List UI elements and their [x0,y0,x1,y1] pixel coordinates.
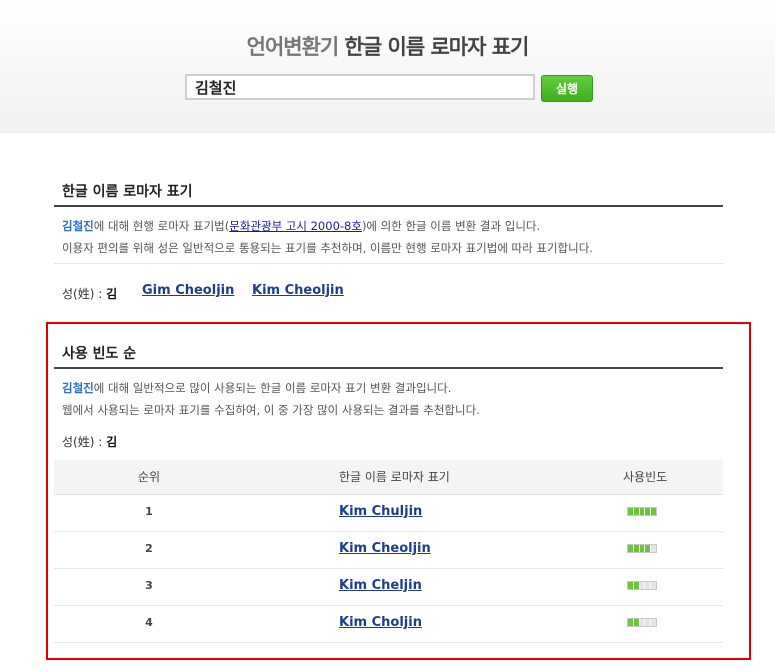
frequency-bar [627,618,657,627]
surname-line: 성(姓) : 김 [62,285,117,302]
table-header: 순위 한글 이름 로마자 표기 사용빈도 [54,460,723,495]
standard-desc-line2: 이용자 편의를 위해 성은 일반적으로 통용되는 표기를 추천하며, 이름만 현… [62,241,593,255]
brand-name[interactable]: 언어변환기 [247,35,340,59]
table-row: 3 Kim Cheljin [54,569,723,606]
run-button[interactable]: 실행 [541,75,593,102]
section-title-standard: 한글 이름 로마자 표기 [62,184,193,200]
desc-text: 에 대해 일반적으로 많이 사용되는 한글 이름 로마자 표기 변환 결과입니다… [93,381,452,395]
frequency-bar [627,581,657,590]
surname-label: 성(姓) : [62,287,107,301]
law-link[interactable]: 문화관광부 고시 2000-8호 [229,219,362,233]
thin-divider [54,263,723,264]
romanization-link[interactable]: Kim Choljin [339,606,422,640]
section-title-frequency: 사용 빈도 순 [62,346,137,362]
rank-cell: 4 [145,616,153,629]
romanization-link[interactable]: Gim Cheoljin [142,283,234,298]
frequency-table: 순위 한글 이름 로마자 표기 사용빈도 1 Kim Chuljin 2 Kim… [54,460,723,643]
standard-desc-line1: 김철진에 대해 현행 로마자 표기법(문화관광부 고시 2000-8호)에 의한… [62,218,540,234]
rank-cell: 2 [145,542,153,555]
romanization-link[interactable]: Kim Cheoljin [339,532,431,566]
table-row: 2 Kim Cheoljin [54,532,723,569]
frequency-bar [627,507,657,516]
romanization-link[interactable]: Kim Chuljin [339,495,422,529]
column-header-frequency: 사용빈도 [623,470,668,484]
surname-label: 성(姓) : [62,435,107,449]
section-divider [54,205,723,207]
page-title: 언어변환기 한글 이름 로마자 표기 [0,31,775,61]
frequency-bar [627,544,657,553]
name-highlight: 김철진 [62,381,94,395]
section-divider [54,367,723,369]
desc-text: 에 대해 현행 로마자 표기법( [93,219,230,233]
column-header-romanization: 한글 이름 로마자 표기 [339,470,450,484]
rank-cell: 1 [145,505,153,518]
surname-line: 성(姓) : 김 [62,433,117,450]
name-input[interactable] [185,74,535,100]
table-row: 1 Kim Chuljin [54,495,723,532]
frequency-segment [651,508,656,515]
frequency-desc-line2: 웹에서 사용되는 로마자 표기를 수집하여, 이 중 가장 많이 사용되는 결과… [62,403,480,417]
frequency-segment [651,545,656,552]
rank-cell: 3 [145,579,153,592]
surname-value: 김 [106,435,118,449]
table-row: 4 Kim Choljin [54,606,723,643]
frequency-segment [651,619,656,626]
header-area: 언어변환기 한글 이름 로마자 표기 실행 [0,0,775,133]
name-highlight: 김철진 [62,219,94,233]
romanization-link[interactable]: Kim Cheljin [339,569,422,603]
tool-title: 한글 이름 로마자 표기 [344,35,530,59]
frequency-desc-line1: 김철진에 대해 일반적으로 많이 사용되는 한글 이름 로마자 표기 변환 결과… [62,380,451,396]
column-header-rank: 순위 [137,470,161,484]
romanization-link[interactable]: Kim Cheoljin [252,283,344,298]
desc-text: )에 의한 한글 이름 변환 결과 입니다. [361,219,541,233]
frequency-segment [651,582,656,589]
surname-value: 김 [106,287,118,301]
